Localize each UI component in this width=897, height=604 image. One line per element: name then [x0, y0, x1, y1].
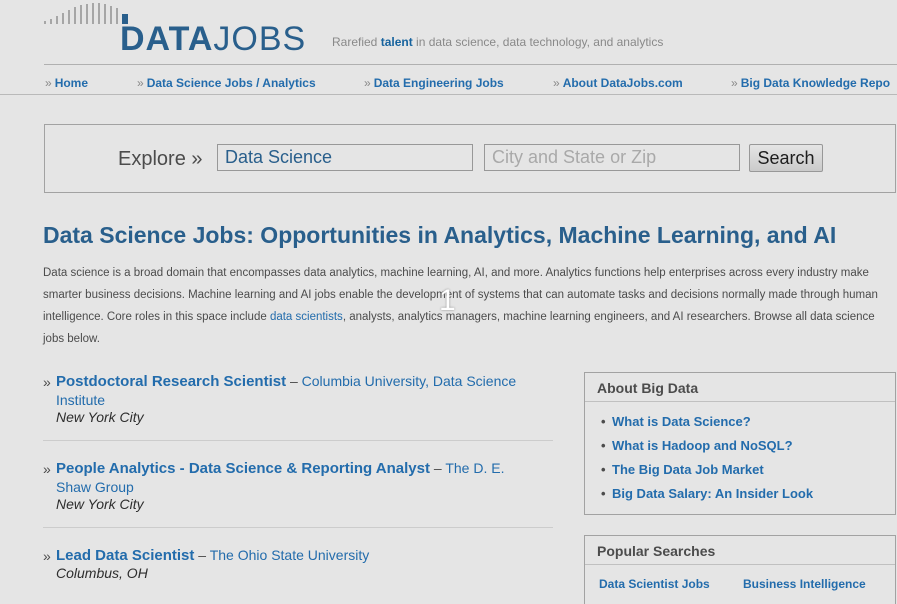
about-big-data-box: About Big Data • What is Data Science? • W…	[584, 372, 896, 515]
logo-wordmark: DATAJOBS	[120, 20, 307, 58]
datajobs-logo[interactable]: DATAJOBS	[44, 2, 305, 56]
job-title-link[interactable]: People Analytics - Data Science & Report…	[56, 460, 430, 477]
location-input[interactable]	[484, 144, 740, 171]
tagline: Rarefied talent in data science, data te…	[332, 35, 664, 49]
job-title-link[interactable]: Postdoctoral Research Scientist	[56, 373, 286, 390]
about-big-data-list: • What is Data Science? • What is Hadoop a…	[585, 402, 895, 506]
logo-bars-graphic	[44, 2, 124, 24]
nav-divider	[0, 94, 897, 95]
keyword-input[interactable]	[217, 144, 473, 171]
sidebar-link-salary[interactable]: • Big Data Salary: An Insider Look	[601, 482, 895, 506]
step-number-badge: 1	[439, 284, 456, 317]
job-location: New York City	[56, 409, 144, 425]
job-divider	[43, 440, 553, 441]
job-title-link[interactable]: Lead Data Scientist	[56, 547, 194, 564]
page-title: Data Science Jobs: Opportunities in Anal…	[43, 222, 837, 248]
job-location: Columbus, OH	[56, 565, 148, 581]
job-marker: »	[43, 374, 51, 390]
nav-data-science-jobs[interactable]: » Data Science Jobs / Analytics	[137, 76, 316, 90]
job-listing: » Postdoctoral Research Scientist – Colu…	[43, 372, 543, 426]
popular-searches-title: Popular Searches	[585, 536, 895, 565]
job-marker: »	[43, 548, 51, 564]
job-listing: » Lead Data Scientist – The Ohio State U…	[43, 546, 543, 582]
popular-searches-box: Popular Searches Data Scientist Jobs Bus…	[584, 535, 896, 604]
about-big-data-title: About Big Data	[585, 373, 895, 402]
nav-knowledge-repo[interactable]: » Big Data Knowledge Repo	[731, 76, 890, 90]
sidebar-link-what-is-data-science[interactable]: • What is Data Science?	[601, 410, 895, 434]
nav-data-engineering-jobs[interactable]: » Data Engineering Jobs	[364, 76, 504, 90]
search-button[interactable]: Search	[749, 144, 823, 172]
job-employer-link[interactable]: The Ohio State University	[210, 547, 370, 563]
sidebar-link-hadoop-nosql[interactable]: • What is Hadoop and NoSQL?	[601, 434, 895, 458]
header-divider	[44, 64, 897, 65]
search-panel: Explore » Search	[44, 124, 896, 193]
data-scientists-link[interactable]: data scientists	[270, 311, 343, 323]
intro-paragraph: Data science is a broad domain that enco…	[43, 267, 878, 345]
job-divider	[43, 527, 553, 528]
job-marker: »	[43, 461, 51, 477]
popular-link-data-scientist-jobs[interactable]: Data Scientist Jobs	[599, 577, 710, 591]
explore-label: Explore »	[118, 148, 203, 170]
job-location: New York City	[56, 496, 144, 512]
sidebar-link-job-market[interactable]: • The Big Data Job Market	[601, 458, 895, 482]
popular-searches-grid: Data Scientist Jobs Business Intelligenc…	[585, 565, 895, 604]
popular-link-business-intelligence[interactable]: Business Intelligence	[743, 577, 866, 591]
nav-about[interactable]: » About DataJobs.com	[553, 76, 683, 90]
main-nav: » Home » Data Science Jobs / Analytics » Da…	[0, 71, 897, 95]
nav-home[interactable]: » Home	[45, 76, 88, 90]
site-header: DATAJOBS Rarefied talent in data science…	[0, 0, 897, 66]
job-listing: » People Analytics - Data Science & Repo…	[43, 459, 543, 513]
